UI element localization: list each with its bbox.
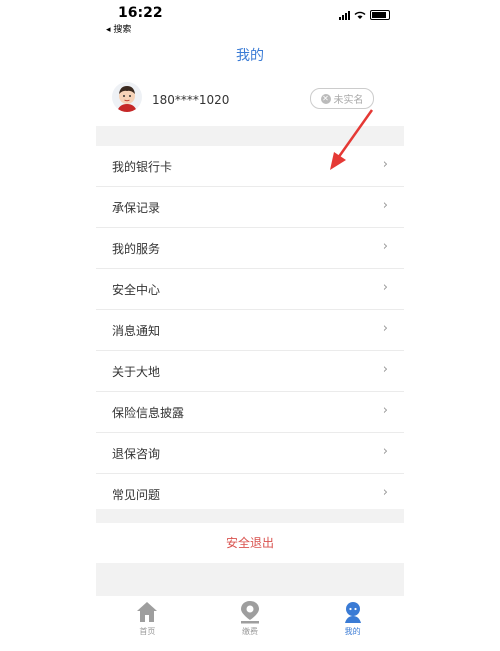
- menu-item-label: 退保咨询: [112, 447, 161, 461]
- chevron-right-icon: ›: [382, 444, 388, 459]
- chevron-right-icon: ›: [382, 362, 388, 377]
- battery-icon: [370, 10, 390, 20]
- annotation-arrow-icon: [330, 109, 374, 170]
- menu-item-label: 关于大地: [112, 365, 161, 379]
- tab-label: 首页: [139, 627, 156, 636]
- menu-item-disclosure[interactable]: 保险信息披露 ›: [96, 392, 404, 433]
- section-divider: [96, 563, 404, 596]
- signal-icon: [339, 10, 350, 20]
- menu-item-about[interactable]: 关于大地 ›: [96, 351, 404, 392]
- menu-item-label: 安全中心: [112, 283, 161, 297]
- menu-list: 我的银行卡 › 承保记录 › 我的服务 › 安全中心 › 消息通知 › 关于大地 › 保险信…: [96, 146, 404, 515]
- section-divider: [96, 509, 404, 523]
- tab-label: 我的: [344, 627, 361, 636]
- status-bar: 16:22 ◂ 搜索: [96, 0, 404, 40]
- chevron-right-icon: ›: [382, 403, 388, 418]
- menu-item-label: 保险信息披露: [112, 406, 185, 420]
- tab-home[interactable]: 首页: [96, 596, 199, 642]
- user-phone: 180****1020: [152, 93, 230, 107]
- chevron-right-icon: ›: [382, 198, 388, 213]
- home-icon: [137, 602, 158, 622]
- menu-item-label: 常见问题: [112, 488, 161, 502]
- tab-payment[interactable]: 缴费: [199, 596, 302, 642]
- tab-mine[interactable]: 我的: [301, 596, 404, 642]
- menu-item-security-center[interactable]: 安全中心 ›: [96, 269, 404, 310]
- tab-bar: 首页 缴费 我的: [96, 596, 404, 642]
- tab-label: 缴费: [242, 627, 258, 636]
- menu-item-label: 承保记录: [112, 201, 161, 215]
- menu-item-my-services[interactable]: 我的服务 ›: [96, 228, 404, 269]
- wifi-icon: [354, 11, 366, 19]
- menu-item-label: 我的银行卡: [112, 160, 173, 174]
- chevron-right-icon: ›: [382, 157, 388, 172]
- menu-item-surrender-inquiry[interactable]: 退保咨询 ›: [96, 433, 404, 474]
- status-time: 16:22: [118, 5, 163, 21]
- page-title: 我的: [236, 48, 264, 64]
- avatar[interactable]: [112, 82, 142, 112]
- menu-item-policy-records[interactable]: 承保记录 ›: [96, 187, 404, 228]
- chevron-right-icon: ›: [382, 485, 388, 500]
- user-icon: [344, 602, 361, 623]
- chevron-right-icon: ›: [382, 280, 388, 295]
- menu-item-label: 我的服务: [112, 242, 161, 256]
- status-icons: [339, 10, 390, 20]
- chevron-right-icon: ›: [382, 321, 388, 336]
- back-to-search-link[interactable]: ◂ 搜索: [106, 22, 131, 35]
- menu-item-label: 消息通知: [112, 324, 161, 338]
- chevron-right-icon: ›: [382, 239, 388, 254]
- location-pin-icon: [241, 601, 259, 624]
- menu-item-notifications[interactable]: 消息通知 ›: [96, 310, 404, 351]
- logout-button[interactable]: 安全退出: [96, 523, 404, 563]
